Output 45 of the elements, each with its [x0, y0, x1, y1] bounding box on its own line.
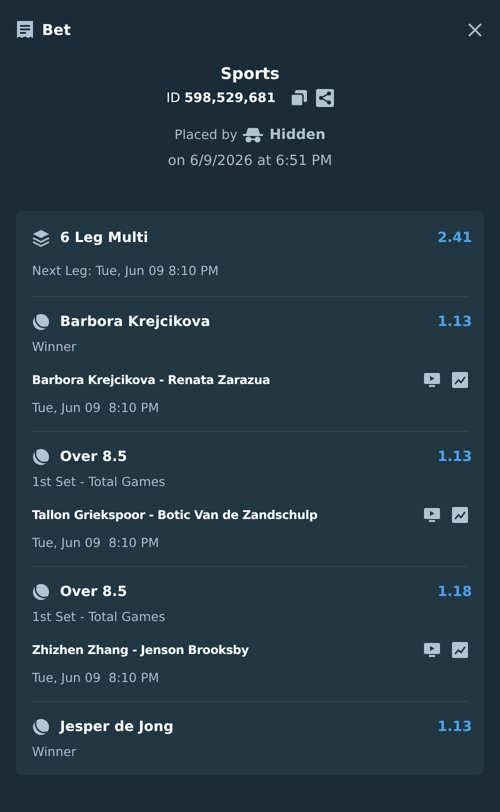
market-name: Winner [32, 339, 78, 354]
tv-icon[interactable] [424, 643, 440, 657]
market-name: Winner [32, 744, 78, 759]
selection-odds: 1.13 [437, 314, 472, 330]
chart-icon[interactable] [452, 372, 468, 388]
match-time: Tue, Jun 09 8:10 PM [32, 535, 160, 550]
next-leg-time: Next Leg: Tue, Jun 09 8:10 PM [32, 263, 220, 278]
selection-name: Over 8.5 [60, 449, 128, 465]
multi-odds: 2.41 [437, 230, 472, 246]
layers-icon [32, 229, 50, 247]
market-name: 1st Set - Total Games [32, 609, 166, 624]
selection-name: Barbora Krejcikova [60, 314, 210, 330]
share-icon [316, 89, 334, 107]
bet-id: ID 598,529,681 [166, 90, 276, 106]
match-name[interactable]: Zhizhen Zhang - Jenson Brooksby [32, 643, 249, 657]
tv-icon[interactable] [424, 508, 440, 522]
match-name[interactable]: Barbora Krejcikova - Renata Zarazua [32, 373, 270, 387]
copy-button[interactable] [290, 89, 308, 107]
tennis-ball-icon [32, 448, 50, 466]
placed-by-label: Placed by [174, 128, 238, 142]
tv-icon[interactable] [424, 373, 440, 387]
tennis-ball-icon [32, 583, 50, 601]
copy-icon [290, 89, 308, 107]
placed-by-user: Hidden [269, 127, 326, 143]
placed-date: on 6/9/2026 at 6:51 PM [168, 153, 332, 169]
market-name: 1st Set - Total Games [32, 474, 166, 489]
receipt-icon [16, 20, 34, 40]
chart-icon[interactable] [452, 642, 468, 658]
selection-odds: 1.13 [437, 719, 472, 735]
selection-name: Jesper de Jong [60, 719, 174, 735]
match-time: Tue, Jun 09 8:10 PM [32, 670, 160, 685]
bet-category: Sports [220, 64, 280, 83]
incognito-icon [243, 127, 264, 143]
selection-odds: 1.18 [437, 584, 472, 600]
dialog-title: Bet [42, 21, 71, 39]
close-icon [468, 23, 482, 37]
chart-icon[interactable] [452, 507, 468, 523]
selection-name: Over 8.5 [60, 584, 128, 600]
multi-title: 6 Leg Multi [60, 230, 148, 246]
tennis-ball-icon [32, 313, 50, 331]
tennis-ball-icon [32, 718, 50, 736]
match-name[interactable]: Tallon Griekspoor - Botic Van de Zandschulp [32, 508, 318, 522]
selection-odds: 1.13 [437, 449, 472, 465]
share-button[interactable] [316, 89, 334, 107]
match-time: Tue, Jun 09 8:10 PM [32, 400, 160, 415]
